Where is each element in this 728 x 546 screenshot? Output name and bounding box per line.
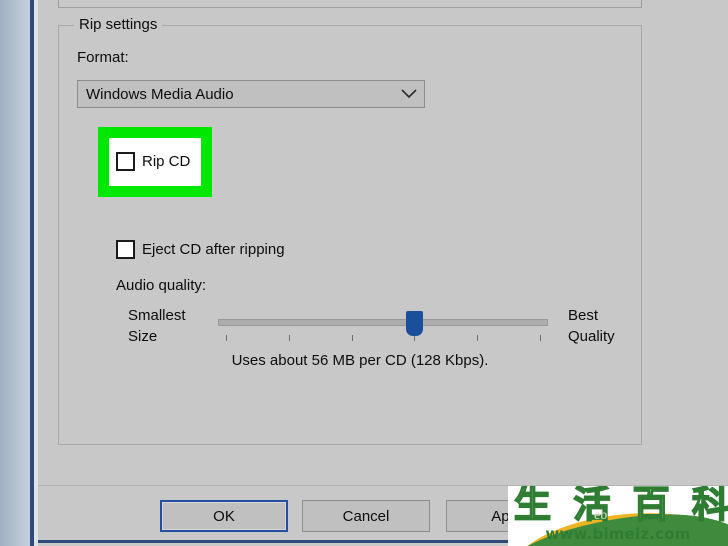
- watermark-characters: 生活百科: [513, 486, 728, 526]
- format-dropdown-value: Windows Media Audio: [86, 85, 234, 103]
- slider-tick: [226, 335, 227, 341]
- rip-settings-legend: Rip settings: [74, 16, 163, 34]
- watermark-character: 科: [691, 486, 728, 526]
- chevron-down-icon: [394, 89, 424, 99]
- audio-quality-slider[interactable]: [218, 305, 548, 345]
- slider-tick: [540, 335, 541, 341]
- checkbox-unchecked-icon: [116, 240, 135, 259]
- options-dialog: Rip settings Format: Windows Media Audio…: [38, 0, 728, 546]
- eject-cd-label: Eject CD after ripping: [142, 241, 285, 258]
- groupbox-above-partial: [58, 0, 642, 8]
- slider-caption: Uses about 56 MB per CD (128 Kbps).: [38, 352, 728, 369]
- watermark: 生活百科 eb www.bimeiz.com: [508, 486, 728, 546]
- slider-caption-text: Uses about 56 MB per CD (128 Kbps).: [231, 352, 489, 369]
- watermark-character: 百: [632, 486, 671, 526]
- slider-min-label-line1: Smallest: [128, 307, 186, 324]
- slider-min-label: Smallest Size: [128, 305, 186, 347]
- eject-cd-checkbox[interactable]: Eject CD after ripping: [116, 240, 285, 259]
- slider-max-label-line2: Quality: [568, 328, 615, 345]
- format-dropdown[interactable]: Windows Media Audio: [77, 80, 425, 108]
- rip-cd-label: Rip CD: [142, 153, 191, 170]
- slider-track[interactable]: [218, 319, 548, 326]
- slider-tick: [352, 335, 353, 341]
- slider-tick: [477, 335, 478, 341]
- slider-thumb-handle[interactable]: [406, 311, 423, 336]
- screenshot-root: Rip settings Format: Windows Media Audio…: [0, 0, 728, 546]
- slider-tick-marks: [218, 335, 548, 343]
- audio-quality-label: Audio quality:: [116, 277, 207, 294]
- slider-max-label: Best Quality: [568, 305, 615, 347]
- watermark-url: www.bimeiz.com: [545, 525, 691, 543]
- slider-max-label-line1: Best: [568, 307, 599, 324]
- slider-tick: [289, 335, 290, 341]
- checkbox-unchecked-icon: [116, 152, 135, 171]
- ok-button[interactable]: OK: [160, 500, 288, 532]
- rip-cd-checkbox[interactable]: Rip CD: [116, 152, 190, 171]
- desktop-background: [0, 0, 30, 546]
- cancel-button[interactable]: Cancel: [302, 500, 430, 532]
- watermark-character: 生: [513, 486, 552, 526]
- format-label: Format:: [77, 49, 129, 66]
- slider-min-label-line2: Size: [128, 328, 158, 345]
- watermark-faint-text: eb: [594, 508, 608, 523]
